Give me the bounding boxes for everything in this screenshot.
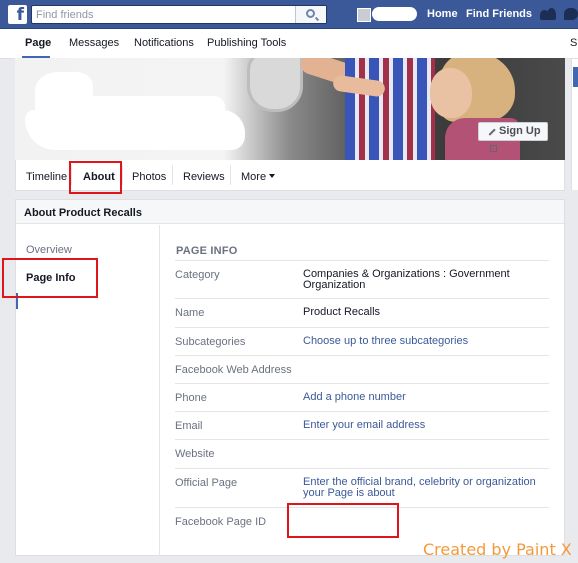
cover-jar-illustration xyxy=(247,58,303,112)
pencil-icon xyxy=(484,124,496,136)
page-admin-tabs: Page Messages Notifications Publishing T… xyxy=(0,29,578,59)
friend-requests-icon[interactable] xyxy=(540,8,556,20)
tab-page[interactable]: Page xyxy=(25,37,51,49)
info-row-email: Email Enter your email address xyxy=(175,411,549,439)
facebook-logo-icon[interactable]: f xyxy=(8,5,27,24)
cover-child-face xyxy=(430,68,472,118)
annotation-box-page-id xyxy=(287,503,399,538)
subcategories-link[interactable]: Choose up to three subcategories xyxy=(303,336,549,347)
search-icon xyxy=(306,9,315,18)
tab-notifications[interactable]: Notifications xyxy=(134,37,194,49)
chevron-down-icon xyxy=(269,174,276,178)
info-row-official-page: Official Page Enter the official brand, … xyxy=(175,468,549,507)
row-label: Facebook Web Address xyxy=(175,364,292,376)
about-title: About Product Recalls xyxy=(24,207,142,219)
row-value: Companies & Organizations : Government O… xyxy=(303,268,510,291)
row-label: Website xyxy=(175,448,215,460)
annotation-box-page-info xyxy=(2,258,98,298)
row-value[interactable]: Product Recalls xyxy=(303,307,549,318)
top-navigation-bar: f Home Find Friends xyxy=(0,0,578,29)
info-row-web-address: Facebook Web Address xyxy=(175,355,549,383)
sign-up-button[interactable]: Sign Up xyxy=(478,122,548,152)
info-row-name: Name Product Recalls xyxy=(175,298,549,327)
annotation-box-about-tab xyxy=(69,161,122,194)
add-phone-link[interactable]: Add a phone number xyxy=(303,392,549,403)
row-label: Facebook Page ID xyxy=(175,516,267,528)
cover-plaid-shirt xyxy=(345,58,435,160)
watermark: Created by Paint X xyxy=(423,540,572,559)
row-label: Subcategories xyxy=(175,336,246,348)
info-row-subcategories: Subcategories Choose up to three subcate… xyxy=(175,327,549,355)
info-row-category: Category Companies & Organizations : Gov… xyxy=(175,260,549,298)
sign-up-label: Sign Up xyxy=(499,125,541,137)
tab-more-label: More xyxy=(241,171,267,183)
nav-find-friends-link[interactable]: Find Friends xyxy=(466,8,532,20)
nav-home-link[interactable]: Home xyxy=(427,8,458,20)
row-label: Category xyxy=(175,269,220,281)
tab-reviews[interactable]: Reviews xyxy=(183,171,225,183)
search-box[interactable] xyxy=(31,5,327,24)
tab-messages[interactable]: Messages xyxy=(69,37,119,49)
section-heading: PAGE INFO xyxy=(176,245,238,257)
tab-photos[interactable]: Photos xyxy=(132,171,166,183)
search-button[interactable] xyxy=(295,6,326,23)
redacted-profile-name xyxy=(372,7,417,21)
tab-separator xyxy=(230,165,231,185)
right-column-edge xyxy=(571,59,578,190)
tab-more[interactable]: More xyxy=(241,171,276,183)
about-header: About Product Recalls xyxy=(16,200,564,224)
profile-avatar[interactable] xyxy=(357,8,371,22)
search-input[interactable] xyxy=(32,6,292,23)
official-page-link[interactable]: Enter the official brand, celebrity or o… xyxy=(303,477,549,499)
info-row-website: Website xyxy=(175,439,549,468)
redaction-scribble xyxy=(25,110,245,150)
add-email-link[interactable]: Enter your email address xyxy=(303,420,549,431)
tab-settings[interactable]: S xyxy=(570,37,577,49)
row-label: Name xyxy=(175,307,205,319)
row-label: Phone xyxy=(175,392,207,404)
tab-separator xyxy=(172,165,173,185)
info-row-phone: Phone Add a phone number xyxy=(175,383,549,411)
row-label: Official Page xyxy=(175,477,238,489)
external-link-icon xyxy=(490,145,497,152)
tab-timeline[interactable]: Timeline xyxy=(26,171,67,183)
cover-photo: Sign Up xyxy=(15,58,565,160)
row-label: Email xyxy=(175,420,203,432)
tab-publishing-tools[interactable]: Publishing Tools xyxy=(207,37,286,49)
sidebar-item-overview[interactable]: Overview xyxy=(26,244,72,256)
messages-icon[interactable] xyxy=(564,8,578,20)
tab-separator xyxy=(122,165,123,185)
